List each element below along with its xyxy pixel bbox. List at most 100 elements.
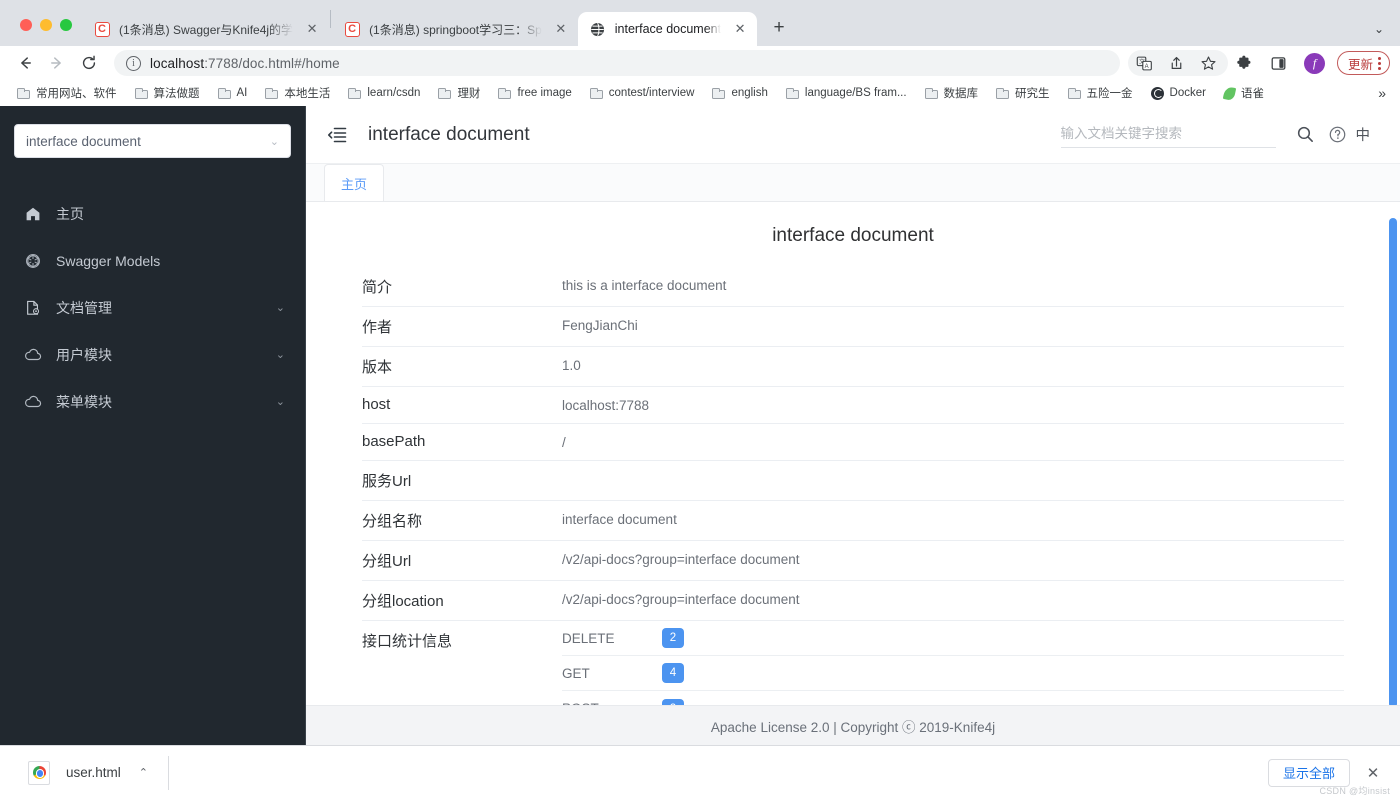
side-panel-icon[interactable] xyxy=(1264,48,1294,78)
maximize-window-button[interactable] xyxy=(60,19,72,31)
sidebar-item-label: 用户模块 xyxy=(56,345,112,365)
sidebar-item-home[interactable]: 主页 xyxy=(0,190,305,237)
browser-chrome: C (1条消息) Swagger与Knife4j的学 ✕ C (1条消息) sp… xyxy=(0,0,1400,106)
bookmark-item[interactable]: 算法做题 xyxy=(126,82,209,104)
translate-icon[interactable]: 文A xyxy=(1130,48,1160,78)
doc-row-label: 分组Url xyxy=(362,541,562,580)
bookmark-item[interactable]: AI xyxy=(209,82,257,104)
browser-tab-1[interactable]: C (1条消息) Swagger与Knife4j的学 ✕ xyxy=(82,12,329,46)
bookmark-item[interactable]: 研究生 xyxy=(987,82,1059,104)
minimize-window-button[interactable] xyxy=(40,19,52,31)
site-info-icon[interactable]: i xyxy=(126,56,141,71)
update-button[interactable]: 更新 xyxy=(1337,51,1390,75)
svg-text:A: A xyxy=(1145,63,1149,69)
window-traffic-lights[interactable] xyxy=(0,19,72,46)
bookmark-item[interactable]: english xyxy=(703,82,776,104)
bookmark-item[interactable]: Docker xyxy=(1142,82,1215,104)
close-icon[interactable]: ✕ xyxy=(731,20,749,38)
document-scroll-area[interactable]: interface document 简介 this is a interfac… xyxy=(306,203,1400,705)
reload-icon[interactable] xyxy=(74,48,104,78)
bookmark-item[interactable]: language/BS fram... xyxy=(777,82,916,104)
home-icon xyxy=(24,206,42,222)
tab-strip: C (1条消息) Swagger与Knife4j的学 ✕ C (1条消息) sp… xyxy=(0,0,1400,46)
doc-row: 简介 this is a interface document xyxy=(362,267,1344,306)
bookmark-label: 算法做题 xyxy=(154,85,200,101)
forward-icon[interactable] xyxy=(42,48,72,78)
status-badge: 4 xyxy=(662,663,684,683)
show-all-button[interactable]: 显示全部 xyxy=(1268,759,1350,787)
sidebar-item-user-module[interactable]: 用户模块 ⌄ xyxy=(0,331,305,378)
browser-tab-3-active[interactable]: interface document ✕ xyxy=(578,12,757,46)
bookmark-label: 语雀 xyxy=(1241,85,1264,101)
group-select[interactable]: interface document ⌄ xyxy=(14,124,291,158)
chevron-down-icon[interactable]: ⌄ xyxy=(276,395,285,408)
bookmark-item[interactable]: 常用网站、软件 xyxy=(8,82,126,104)
app-sidebar: interface document ⌄ 主页 Swagger Models xyxy=(0,106,306,745)
collapse-menu-icon[interactable] xyxy=(326,124,348,146)
bookmark-item[interactable]: learn/csdn xyxy=(339,82,429,104)
avatar[interactable]: f xyxy=(1304,53,1325,74)
bookmark-item[interactable]: 理财 xyxy=(429,82,489,104)
doc-row: host localhost:7788 xyxy=(362,386,1344,423)
doc-row-value: /v2/api-docs?group=interface document xyxy=(562,581,1344,616)
chevron-down-icon[interactable]: ⌄ xyxy=(276,301,285,314)
bookmark-label: Docker xyxy=(1170,87,1206,99)
omnibox-action-group: 文A xyxy=(1128,50,1228,76)
star-icon[interactable] xyxy=(1194,48,1224,78)
download-file-name: user.html xyxy=(66,765,121,780)
cube-icon xyxy=(24,253,42,269)
back-icon[interactable] xyxy=(10,48,40,78)
address-bar[interactable]: i localhost:7788/doc.html#/home xyxy=(114,50,1120,76)
search-icon[interactable] xyxy=(1290,119,1322,151)
search-input[interactable]: 输入文档关键字搜索 xyxy=(1061,122,1276,148)
folder-icon xyxy=(17,88,30,99)
browser-tab-2[interactable]: C (1条消息) springboot学习三：Sp ✕ xyxy=(332,12,578,46)
bookmark-item[interactable]: 本地生活 xyxy=(256,82,339,104)
doc-row: basePath / xyxy=(362,423,1344,460)
downloads-bar-actions: 显示全部 ✕ xyxy=(1268,759,1386,787)
new-tab-button[interactable]: + xyxy=(765,14,793,42)
doc-row-value: 1.0 xyxy=(562,347,1344,382)
doc-row: 版本 1.0 xyxy=(362,346,1344,386)
tab-home[interactable]: 主页 xyxy=(324,164,384,201)
bookmark-item[interactable]: 数据库 xyxy=(916,82,988,104)
close-icon[interactable]: ✕ xyxy=(1360,760,1386,786)
bookmark-item[interactable]: 五险一金 xyxy=(1059,82,1142,104)
tab-search-caret-icon[interactable]: ⌄ xyxy=(1374,22,1384,36)
close-window-button[interactable] xyxy=(20,19,32,31)
bookmark-item[interactable]: free image xyxy=(489,82,580,104)
folder-icon xyxy=(265,88,278,99)
sidebar-item-label: Swagger Models xyxy=(56,253,160,269)
bookmark-label: 常用网站、软件 xyxy=(36,85,117,101)
bookmarks-overflow-button[interactable]: » xyxy=(1378,85,1392,101)
sidebar-item-swagger-models[interactable]: Swagger Models xyxy=(0,237,305,284)
tab-title: interface document xyxy=(615,22,721,36)
browser-window: C (1条消息) Swagger与Knife4j的学 ✕ C (1条消息) sp… xyxy=(0,0,1400,799)
folder-icon xyxy=(348,88,361,99)
chrome-file-icon xyxy=(28,761,50,785)
bookmark-item[interactable]: 语雀 xyxy=(1215,82,1273,104)
download-item[interactable]: user.html ⌃ xyxy=(14,754,156,792)
chevron-up-icon[interactable]: ⌃ xyxy=(139,766,148,779)
table-row: POST 2 xyxy=(562,691,1344,705)
language-toggle[interactable]: 中 xyxy=(1354,124,1379,145)
csdn-icon: C xyxy=(94,21,110,37)
content-header: interface document 输入文档关键字搜索 中 xyxy=(306,106,1400,164)
close-icon[interactable]: ✕ xyxy=(552,20,570,38)
share-icon[interactable] xyxy=(1162,48,1192,78)
doc-row-label: 服务Url xyxy=(362,461,562,500)
table-row: DELETE 2 xyxy=(562,621,1344,656)
puzzle-icon[interactable] xyxy=(1230,48,1260,78)
help-circle-icon[interactable] xyxy=(1322,119,1354,151)
folder-icon xyxy=(786,88,799,99)
sidebar-item-menu-module[interactable]: 菜单模块 ⌄ xyxy=(0,378,305,425)
close-icon[interactable]: ✕ xyxy=(303,20,321,38)
kebab-menu-icon[interactable] xyxy=(1378,57,1381,70)
doc-row-value: /v2/api-docs?group=interface document xyxy=(562,541,1344,576)
sidebar-item-doc-management[interactable]: 文档管理 ⌄ xyxy=(0,284,305,331)
bookmark-item[interactable]: contest/interview xyxy=(581,82,704,104)
chevron-down-icon[interactable]: ⌄ xyxy=(276,348,285,361)
scrollbar-thumb[interactable] xyxy=(1389,218,1397,708)
doc-row-value: FengJianChi xyxy=(562,307,1344,342)
folder-icon xyxy=(498,88,511,99)
